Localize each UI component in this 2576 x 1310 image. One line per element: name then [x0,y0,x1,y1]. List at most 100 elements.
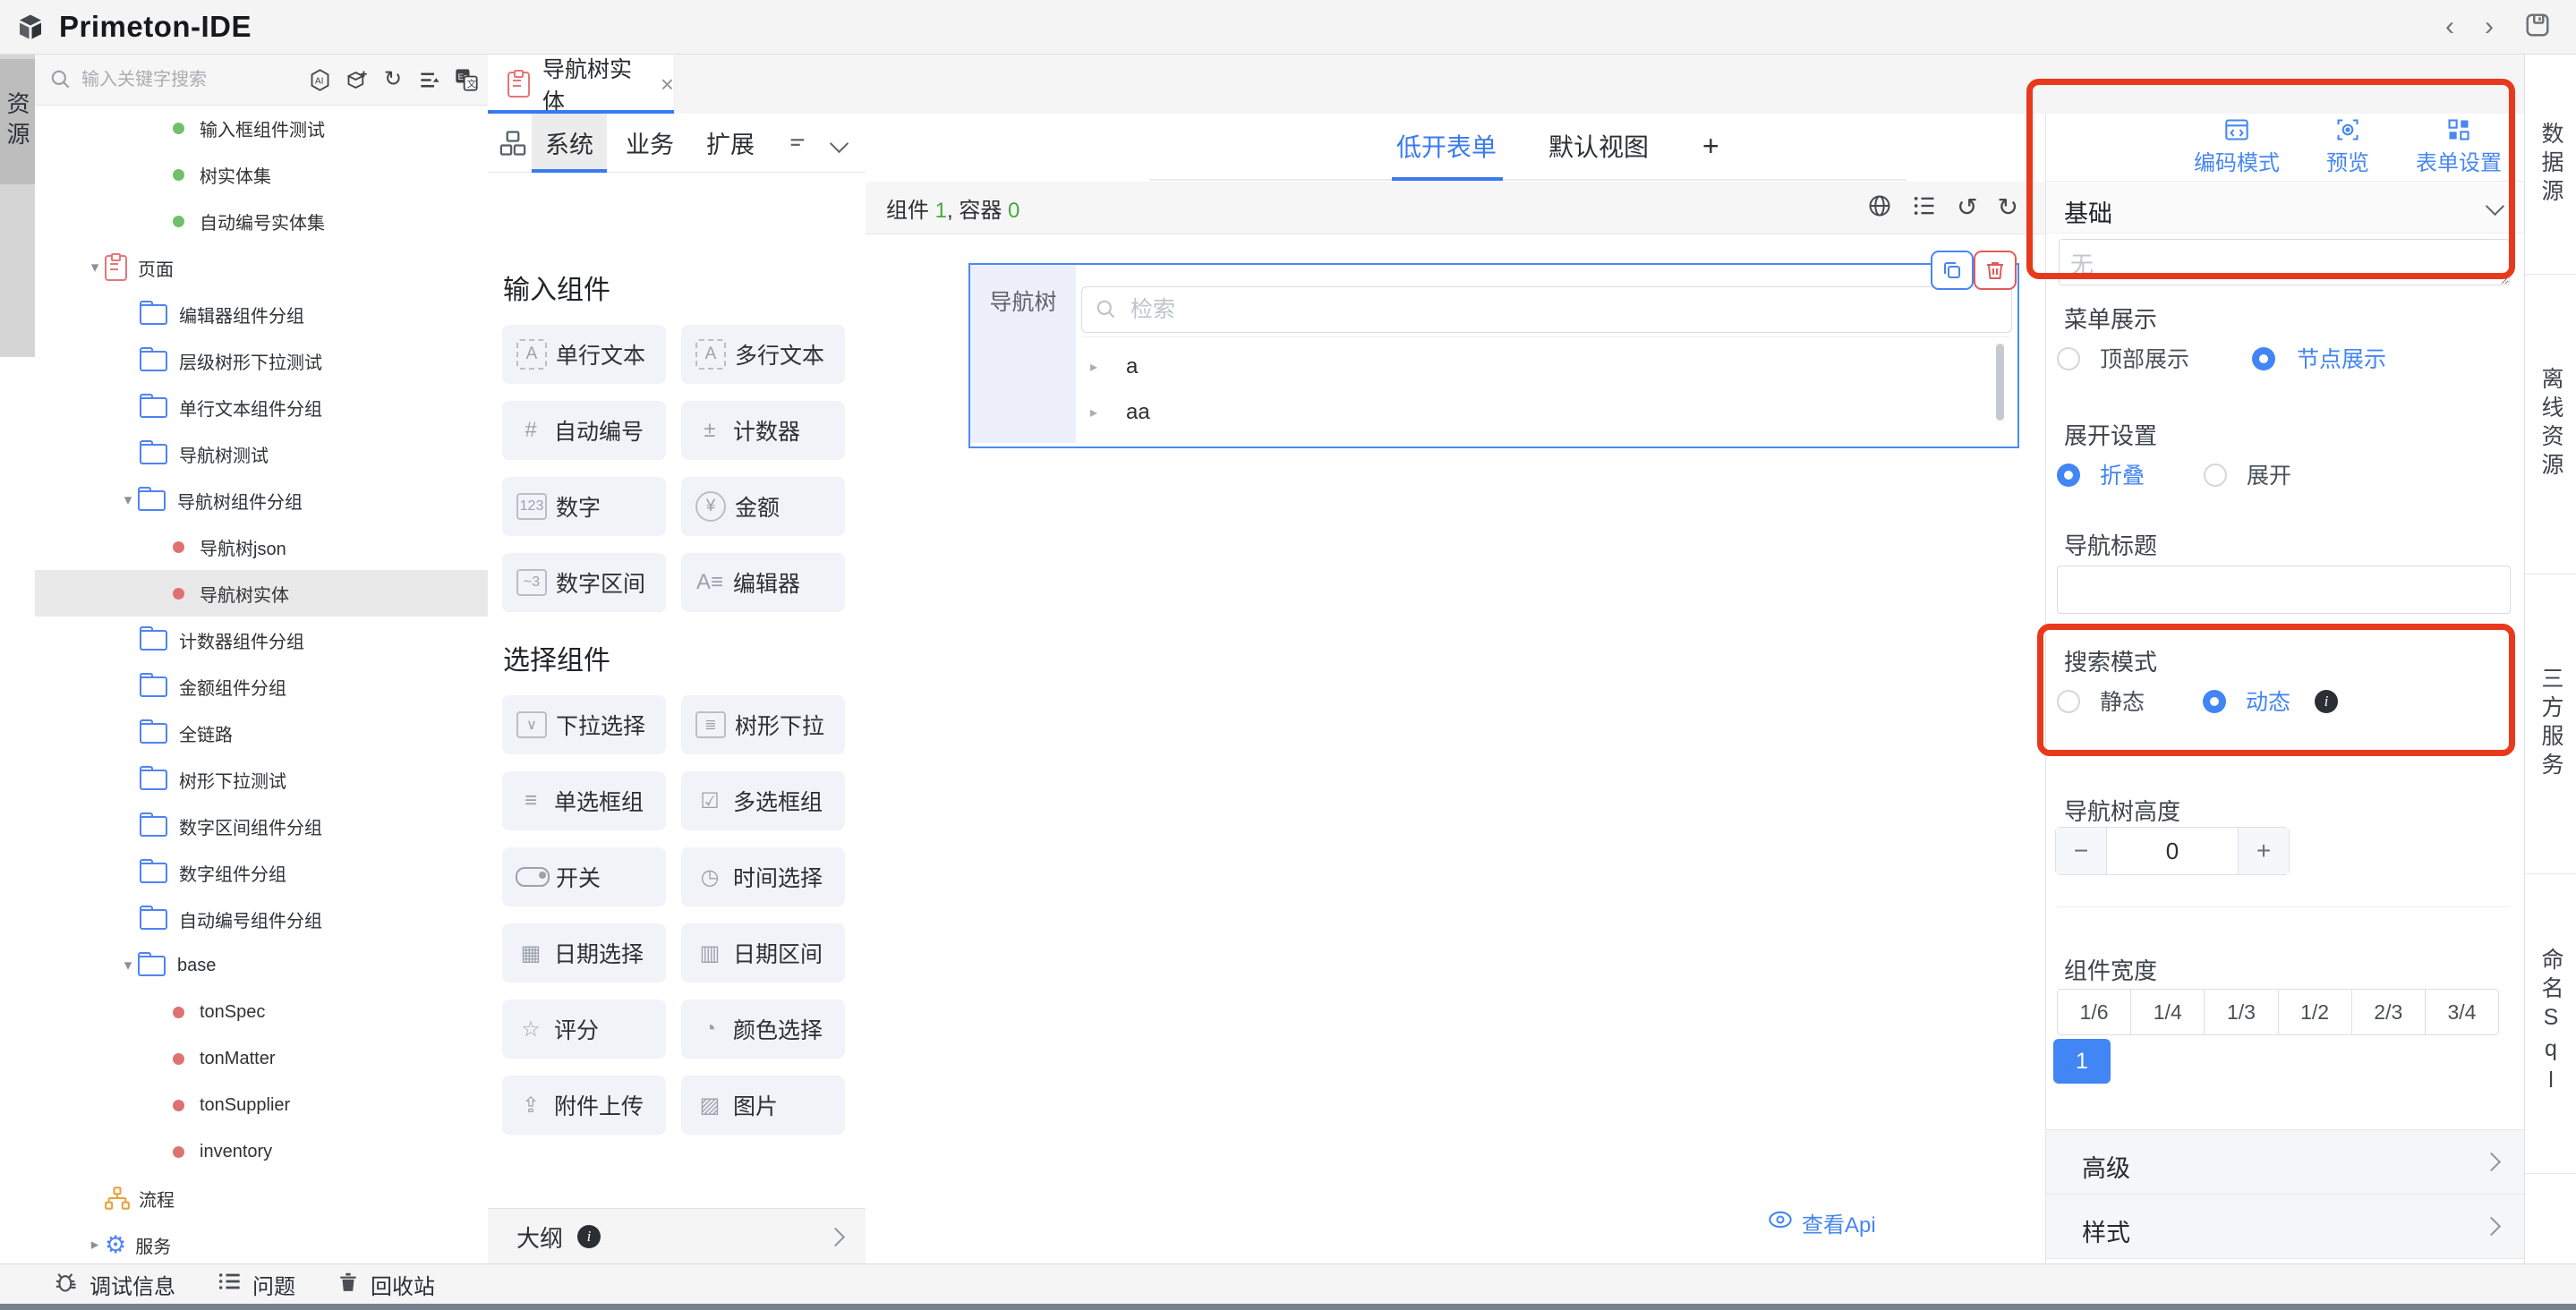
tree-item[interactable]: 数字组件分组 [35,849,488,896]
palette-item-radio-group[interactable]: ≡单选框组 [502,771,666,830]
activity-tab-resources[interactable]: 资源 [0,59,35,184]
palette-item-select[interactable]: ∨下拉选择 [502,695,666,754]
recycle-bin-button[interactable]: 回收站 [337,1264,435,1304]
palette-item-tree-select[interactable]: ≣树形下拉 [681,695,845,754]
width-option[interactable]: 2/3 [2351,989,2426,1035]
outline-section[interactable]: 大纲 i [488,1208,866,1263]
radio-selected[interactable] [2203,690,2226,713]
base-section-header[interactable]: 基础 [2046,182,2525,234]
sort-list-icon[interactable] [417,67,442,92]
palette-item-rate[interactable]: ☆评分 [502,1000,666,1059]
form-settings-button[interactable]: 表单设置 [2416,118,2502,176]
palette-item-switch[interactable]: 开关 [502,847,666,906]
caret-right-icon[interactable]: ▸ [85,1236,105,1254]
width-option[interactable]: 1/3 [2204,989,2278,1035]
nav-forward-button[interactable]: › [2485,13,2494,40]
tree-item[interactable]: 导航树测试 [35,430,488,477]
strip-tab-third-party-services[interactable]: 三方服务 [2525,574,2576,874]
tree-item[interactable]: tonSupplier [35,1082,488,1128]
copy-component-button[interactable] [1931,251,1974,290]
tree-item[interactable]: tonSpec [35,989,488,1035]
palette-item-single-text[interactable]: A单行文本 [502,325,666,384]
palette-tab-extension[interactable]: 扩展 [693,114,768,172]
view-tab-default-view[interactable]: 默认视图 [1548,114,1649,178]
tree-item[interactable]: 全链路 [35,710,488,756]
caret-down-icon[interactable]: ▾ [85,259,105,276]
strip-tab-offline-resources[interactable]: 离线资源 [2525,274,2576,574]
code-mode-button[interactable]: 编码模式 [2194,118,2280,176]
palette-item-color-picker[interactable]: ◔颜色选择 [681,1000,845,1059]
tree-item[interactable]: 自动编号实体集 [35,198,488,244]
preview-button[interactable]: 预览 [2326,118,2369,176]
i18n-globe-icon[interactable] [1867,193,1892,223]
palette-item-auto-number[interactable]: #自动编号 [502,401,666,460]
radio-unselected[interactable] [2057,347,2080,370]
tree-item[interactable]: 树形下拉测试 [35,756,488,803]
tree-item[interactable]: 单行文本组件分组 [35,384,488,430]
tree-node[interactable]: ▸a [1090,351,1138,383]
tree-item[interactable]: 导航树json [35,523,488,570]
palette-list-icon[interactable] [788,133,807,153]
strip-tab-datasource[interactable]: 数据源 [2525,55,2576,275]
tree-item[interactable]: 自动编号组件分组 [35,896,488,942]
width-option-full-selected[interactable]: 1 [2053,1039,2111,1084]
scrollbar-thumb[interactable] [1996,344,2004,421]
component-kit-icon[interactable] [499,130,526,157]
radio-unselected[interactable] [2057,690,2080,713]
tree-item[interactable]: 层级树形下拉测试 [35,337,488,384]
base-value-textarea[interactable] [2059,239,2510,285]
tree-item-group[interactable]: ▾导航树组件分组 [35,477,488,523]
palette-tab-system[interactable]: 系统 [532,114,607,172]
tree-item[interactable]: tonMatter [35,1035,488,1082]
ai-assistant-icon[interactable]: AI [307,67,332,92]
palette-item-attachment-upload[interactable]: ⇪附件上传 [502,1076,666,1135]
save-button[interactable] [2524,12,2551,43]
tree-node[interactable]: ▸aa [1090,396,1150,429]
view-tab-lowcode-form[interactable]: 低开表单 [1396,114,1497,178]
delete-component-button[interactable] [1974,251,2017,290]
nav-back-button[interactable]: ‹ [2445,13,2454,40]
tree-item[interactable]: 输入框组件测试 [35,105,488,151]
editor-tab-active[interactable]: 导航树实体 × [488,55,675,114]
width-option[interactable]: 1/6 [2057,989,2131,1035]
undo-icon[interactable]: ↺ [1957,195,1977,220]
tree-item[interactable]: 金额组件分组 [35,663,488,710]
navigation-tree-component-selected[interactable]: 导航树 ▸a ▸aa [968,263,2019,448]
strip-tab-named-sql[interactable]: 命名Sql [2525,873,2576,1174]
tree-item[interactable]: inventory [35,1128,488,1175]
new-entity-icon[interactable] [344,67,369,92]
refresh-icon[interactable]: ↻ [380,67,405,92]
redo-icon[interactable]: ↻ [1998,195,2018,220]
palette-item-counter[interactable]: ±计数器 [681,401,845,460]
palette-item-checkbox-group[interactable]: ☑多选框组 [681,771,845,830]
radio-selected[interactable] [2057,464,2080,487]
problems-button[interactable]: 问题 [217,1264,295,1304]
close-tab-icon[interactable]: × [661,71,674,98]
advanced-section-header[interactable]: 高级 [2046,1129,2525,1195]
width-option[interactable]: 1/4 [2130,989,2205,1035]
stepper-value[interactable]: 0 [2106,828,2239,874]
tree-item-selected[interactable]: 导航树实体 [35,570,488,617]
palette-item-amount[interactable]: ¥金额 [681,477,845,536]
debug-info-button[interactable]: 调试信息 [54,1264,175,1304]
chevron-down-icon[interactable] [830,134,849,153]
view-api-link[interactable]: 查看Api [1768,1207,1876,1238]
caret-right-icon[interactable]: ▸ [1090,404,1126,421]
tree-item-pages[interactable]: ▾页面 [35,244,488,291]
palette-item-date-range[interactable]: ▥日期区间 [681,923,845,982]
structure-tree-icon[interactable] [1912,193,1937,223]
tree-item-group[interactable]: ▾base [35,942,488,989]
radio-unselected[interactable] [2204,464,2227,487]
palette-item-image[interactable]: ▨图片 [681,1076,845,1135]
caret-right-icon[interactable]: ▸ [1090,358,1126,376]
caret-down-icon[interactable]: ▾ [118,957,138,974]
radio-selected[interactable] [2252,347,2275,370]
width-option[interactable]: 3/4 [2425,989,2499,1035]
palette-item-multi-text[interactable]: A多行文本 [681,325,845,384]
width-option[interactable]: 1/2 [2278,989,2352,1035]
palette-tab-business[interactable]: 业务 [612,114,687,172]
style-section-header[interactable]: 样式 [2046,1194,2525,1259]
tree-item-process[interactable]: x流程 [35,1175,488,1221]
translate-icon[interactable]: En文 [454,67,479,92]
component-search-input[interactable] [1129,296,1669,324]
